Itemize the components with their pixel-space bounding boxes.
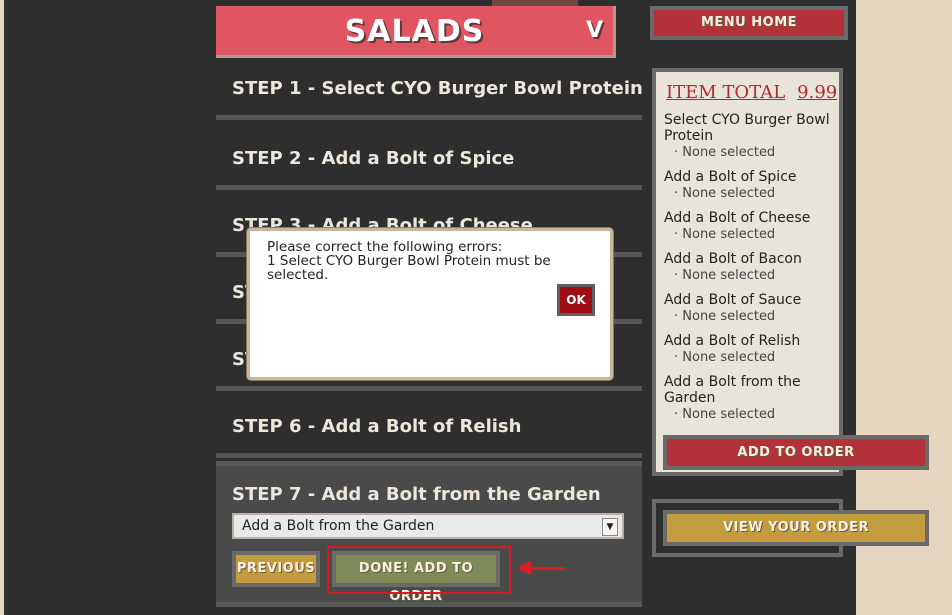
summary-item: Select CYO Burger Bowl Protein · None se…	[664, 112, 834, 161]
item-total: ITEM TOTAL 9.99	[666, 82, 837, 103]
summary-item-value: · None selected	[674, 186, 776, 201]
dropdown-arrow-icon[interactable]: ▼	[602, 518, 618, 536]
step-label: STEP 2 - Add a Bolt of Spice	[232, 148, 515, 169]
step-6[interactable]: STEP 6 - Add a Bolt of Relish	[216, 396, 642, 458]
summary-item: Add a Bolt from the Garden · None select…	[664, 374, 834, 423]
step-1[interactable]: STEP 1 - Select CYO Burger Bowl Protein	[216, 58, 643, 120]
error-detail: 1 Select CYO Burger Bowl Protein must be…	[267, 253, 551, 283]
annotation-arrow-icon	[517, 561, 531, 575]
chevron-down-icon[interactable]: V	[586, 18, 603, 43]
category-header[interactable]: SALADS V	[216, 6, 616, 58]
ok-button[interactable]: OK	[557, 284, 595, 316]
error-heading: Please correct the following errors:	[267, 239, 503, 255]
summary-item-name: Add a Bolt of Relish	[664, 333, 801, 349]
item-total-label: ITEM TOTAL	[666, 82, 786, 103]
step-label: STEP 6 - Add a Bolt of Relish	[232, 416, 522, 437]
step-label: STEP 1 - Select CYO Burger Bowl Protein	[232, 78, 643, 99]
add-to-order-button[interactable]: ADD TO ORDER	[663, 435, 929, 470]
error-message: Please correct the following errors: 1 S…	[267, 240, 587, 282]
summary-item-value: · None selected	[674, 350, 776, 365]
annotation-highlight-box	[327, 546, 511, 594]
garden-select[interactable]: Add a Bolt from the Garden ▼	[232, 513, 624, 539]
step-2[interactable]: STEP 2 - Add a Bolt of Spice	[216, 128, 642, 190]
summary-item: Add a Bolt of Relish · None selected	[664, 333, 834, 366]
summary-list: Select CYO Burger Bowl Protein · None se…	[664, 112, 834, 431]
summary-item-value: · None selected	[674, 268, 776, 283]
summary-item-name: Add a Bolt of Bacon	[664, 251, 802, 267]
garden-select-value: Add a Bolt from the Garden	[242, 518, 435, 534]
summary-item: Add a Bolt of Bacon · None selected	[664, 251, 834, 284]
previous-button[interactable]: PREVIOUS	[232, 551, 320, 587]
error-dialog: Please correct the following errors: 1 S…	[247, 228, 613, 380]
category-title: SALADS	[344, 14, 485, 49]
summary-item-name: Select CYO Burger Bowl Protein	[664, 112, 830, 144]
summary-item-name: Add a Bolt from the Garden	[664, 374, 801, 406]
item-summary-panel: ITEM TOTAL 9.99 Select CYO Burger Bowl Pr…	[652, 68, 843, 476]
summary-item-value: · None selected	[674, 145, 776, 160]
summary-item-value: · None selected	[674, 309, 776, 324]
summary-item: Add a Bolt of Cheese · None selected	[664, 210, 834, 243]
summary-item-name: Add a Bolt of Sauce	[664, 292, 802, 308]
step-label: STEP 7 - Add a Bolt from the Garden	[232, 484, 601, 505]
item-total-amount: 9.99	[797, 82, 838, 103]
summary-item-value: · None selected	[674, 407, 776, 422]
summary-item: Add a Bolt of Spice · None selected	[664, 169, 834, 202]
summary-item-name: Add a Bolt of Spice	[664, 169, 797, 185]
menu-home-button[interactable]: MENU HOME	[650, 6, 848, 40]
summary-item: Add a Bolt of Sauce · None selected	[664, 292, 834, 325]
view-your-order-button[interactable]: VIEW YOUR ORDER	[663, 510, 929, 546]
summary-item-value: · None selected	[674, 227, 776, 242]
summary-item-name: Add a Bolt of Cheese	[664, 210, 811, 226]
annotation-arrow-shaft	[531, 567, 565, 570]
